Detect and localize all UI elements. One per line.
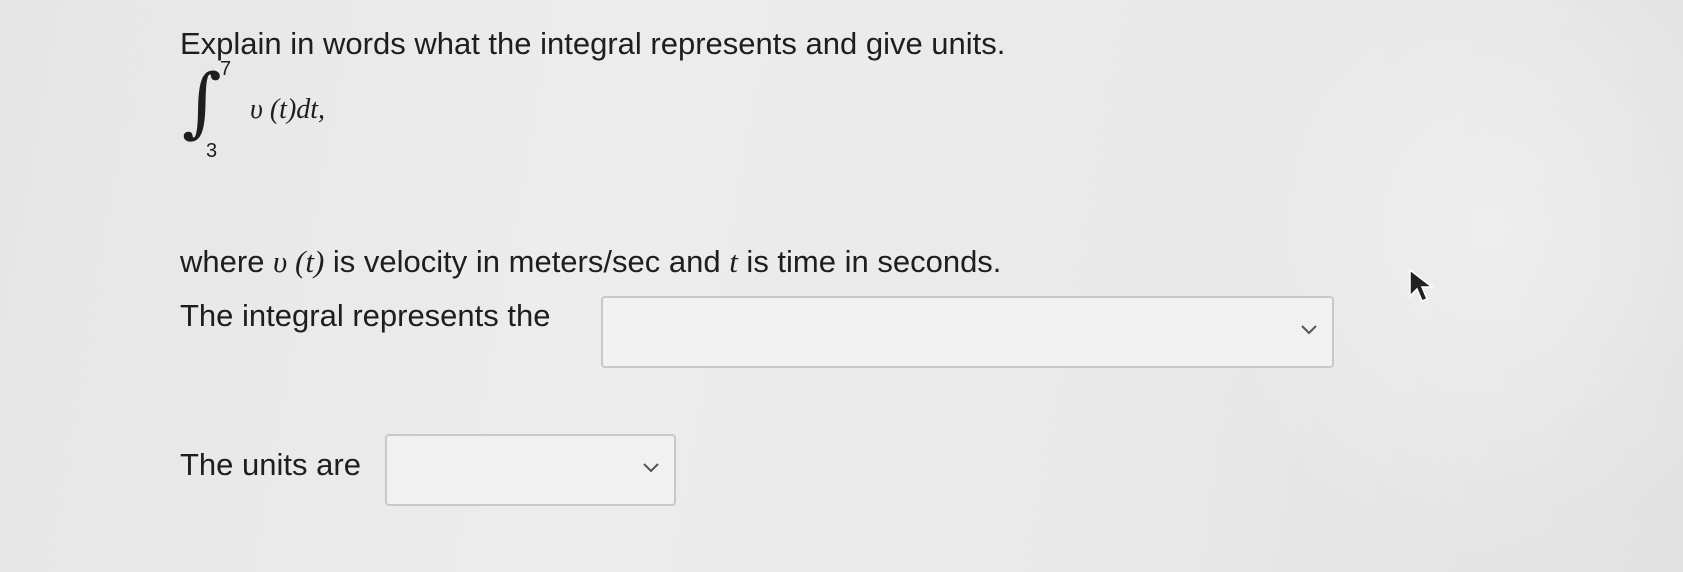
integral-sign: ∫ xyxy=(182,57,222,146)
time-variable: t xyxy=(729,244,738,279)
integral-expression: ∫ 7 3 υ (t)dt, xyxy=(180,57,380,168)
mouse-cursor-icon xyxy=(1409,268,1435,302)
chevron-down-icon xyxy=(1301,325,1317,335)
chevron-down-icon xyxy=(643,463,659,473)
represents-label: The integral represents the xyxy=(180,298,551,333)
variable-description: where υ (t) is velocity in meters/sec an… xyxy=(180,242,1001,282)
units-label: The units are xyxy=(180,447,361,482)
where-text-2: is velocity in meters/sec and xyxy=(324,244,730,279)
where-text-1: where xyxy=(180,244,274,279)
integral-lower-limit: 3 xyxy=(206,140,218,162)
integrand: υ (t)dt, xyxy=(250,94,326,125)
units-dropdown[interactable] xyxy=(385,434,676,506)
where-text-3: is time in seconds. xyxy=(737,244,1002,279)
represents-dropdown[interactable] xyxy=(601,296,1334,368)
velocity-variable: υ (t) xyxy=(273,244,325,279)
integral-upper-limit: 7 xyxy=(220,58,232,80)
screen-glare xyxy=(1200,0,1683,572)
